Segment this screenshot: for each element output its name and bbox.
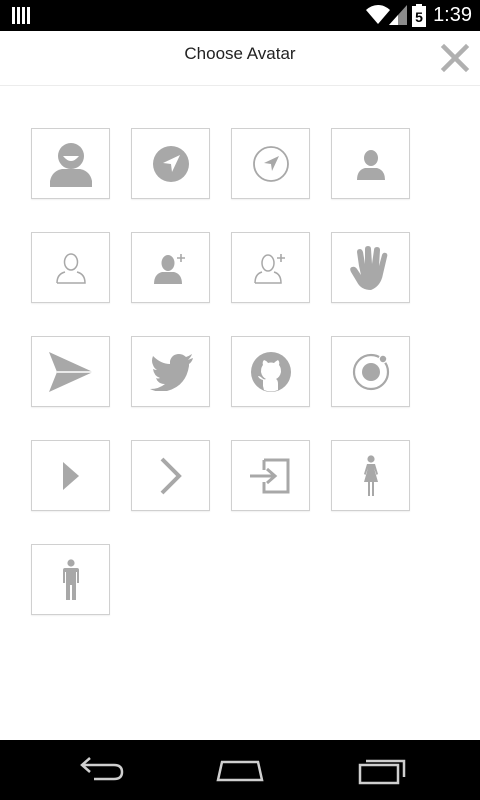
paper-airplane-icon: [48, 351, 93, 392]
log-in-icon: [249, 458, 289, 493]
avatar-tile[interactable]: [131, 440, 210, 511]
status-clock: 1:39: [433, 4, 472, 26]
avatar-tile[interactable]: [231, 336, 310, 407]
battery-level-text: 5: [415, 9, 423, 25]
navigate-outline-icon: [252, 145, 289, 182]
avatar-tile[interactable]: [31, 128, 110, 199]
github-icon: [250, 351, 291, 392]
avatar-tile[interactable]: [31, 440, 110, 511]
male-icon: [62, 558, 79, 600]
close-button[interactable]: [438, 41, 472, 75]
twitter-bird-icon: [149, 353, 193, 391]
avatar-tile[interactable]: [231, 440, 310, 511]
avatar-tile[interactable]: [131, 232, 210, 303]
avatar-tile[interactable]: [331, 128, 410, 199]
female-icon: [363, 454, 378, 496]
back-button[interactable]: [70, 754, 130, 786]
person-outline-icon: [55, 252, 86, 284]
avatar-tile[interactable]: [331, 232, 410, 303]
person-add-icon: [153, 253, 185, 284]
back-icon: [80, 757, 124, 781]
home-button[interactable]: [210, 754, 270, 786]
play-icon: [62, 461, 79, 490]
recent-apps-button[interactable]: [352, 754, 412, 786]
avatar-tile[interactable]: [31, 544, 110, 615]
wifi-icon: [366, 5, 390, 25]
hand-icon: [349, 245, 387, 290]
recent-apps-icon: [358, 759, 406, 785]
avatar-tile[interactable]: [31, 336, 110, 407]
avatar-tile[interactable]: [131, 128, 210, 199]
avatar-tile[interactable]: [231, 128, 310, 199]
chevron-right-icon: [160, 457, 182, 494]
header: Choose Avatar: [0, 31, 480, 86]
person-smile-icon: [49, 142, 92, 187]
navigate-filled-icon: [152, 145, 189, 182]
notification-bars-icon: [12, 7, 30, 24]
page-title: Choose Avatar: [184, 44, 296, 63]
signal-icon: [389, 5, 407, 25]
avatar-tile[interactable]: [31, 232, 110, 303]
avatar-tile[interactable]: [231, 232, 310, 303]
person-add-outline-icon: [253, 253, 285, 284]
close-icon: [440, 43, 470, 73]
avatar-tile[interactable]: [131, 336, 210, 407]
battery-icon: 5: [412, 4, 426, 27]
status-bar: 5 1:39: [0, 0, 480, 31]
avatar-tile[interactable]: [331, 336, 410, 407]
ionic-icon: [352, 353, 389, 390]
home-icon: [216, 760, 264, 782]
navigation-bar: [0, 740, 480, 800]
avatar-tile[interactable]: [331, 440, 410, 511]
person-icon: [356, 149, 385, 180]
